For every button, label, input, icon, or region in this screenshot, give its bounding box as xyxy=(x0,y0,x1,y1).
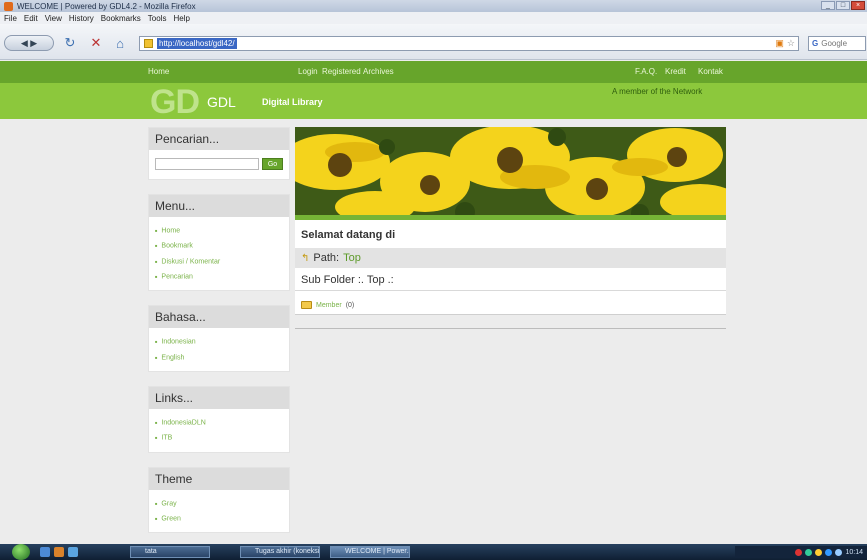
google-icon: G xyxy=(812,39,819,48)
menu-panel-title: Menu... xyxy=(149,195,289,217)
ie-icon[interactable] xyxy=(68,547,78,557)
link-item-indonesiadln[interactable]: IndonesiaDLN xyxy=(155,415,283,430)
folder-icon xyxy=(301,301,312,309)
menu-panel: Menu... Home Bookmark Diskusi / Komentar… xyxy=(148,194,290,292)
site-favicon-icon xyxy=(144,39,153,48)
path-arrow-icon: ↰ xyxy=(301,252,310,264)
close-icon[interactable]: × xyxy=(851,1,865,10)
nav-registered-link[interactable]: Registered xyxy=(322,67,361,76)
taskbar-task-tata[interactable]: tata xyxy=(130,546,210,558)
clock[interactable]: 10:14 xyxy=(845,549,863,556)
nav-login-link[interactable]: Login xyxy=(298,67,318,76)
browser-search-input[interactable] xyxy=(821,39,862,48)
system-tray: 10:14 xyxy=(735,546,867,558)
browser-search-box[interactable]: G xyxy=(808,36,866,51)
tray-icon[interactable] xyxy=(815,548,823,556)
nav-home-link[interactable]: Home xyxy=(148,67,169,76)
taskbar-task-firefox[interactable]: WELCOME | Power... xyxy=(330,546,410,558)
breadcrumb: ↰ Path: Top xyxy=(295,248,726,268)
content-divider xyxy=(295,315,726,329)
menu-item-home[interactable]: Home xyxy=(155,223,283,238)
quick-launch-icon[interactable] xyxy=(54,547,64,557)
window-controls: _ □ × xyxy=(821,1,865,10)
back-forward-button[interactable]: ◀ ▶ xyxy=(4,35,54,51)
bahasa-panel-title: Bahasa... xyxy=(149,306,289,329)
links-panel-title: Links... xyxy=(149,387,289,410)
window-title: WELCOME | Powered by GDL4.2 - Mozilla Fi… xyxy=(17,1,196,11)
sidebar: Pencarian... Go Menu... Home Bookmark Di… xyxy=(148,127,290,547)
menu-item-bookmark[interactable]: Bookmark xyxy=(155,238,283,253)
language-item-indonesian[interactable]: Indonesian xyxy=(155,334,283,349)
path-label: Path: xyxy=(313,252,340,264)
firefox-icon xyxy=(4,1,13,11)
nav-archives-link[interactable]: Archives xyxy=(363,67,394,76)
bookmark-star-icon[interactable]: ☆ xyxy=(787,38,795,49)
search-panel-title: Pencarian... xyxy=(149,128,289,150)
menu-edit[interactable]: Edit xyxy=(24,14,38,23)
search-box-panel: Pencarian... Go xyxy=(148,127,290,180)
sunflower-image xyxy=(295,127,726,220)
menu-view[interactable]: View xyxy=(45,14,62,23)
url-bar[interactable]: http://localhost/gdl42/ ▣ ☆ xyxy=(139,36,799,51)
site-logo-tagline: Digital Library xyxy=(262,97,323,107)
menu-tools[interactable]: Tools xyxy=(148,14,167,23)
tray-icon[interactable] xyxy=(795,548,803,556)
site-logo-large: GD xyxy=(150,83,200,121)
site-logo[interactable]: GDL xyxy=(207,94,236,110)
theme-item-green[interactable]: Green xyxy=(155,511,283,526)
menu-help[interactable]: Help xyxy=(173,14,189,23)
menu-file[interactable]: File xyxy=(4,14,17,23)
tray-icon[interactable] xyxy=(805,548,813,556)
folder-list-item: Member (0) xyxy=(295,291,726,315)
menu-bookmarks[interactable]: Bookmarks xyxy=(101,14,141,23)
home-icon[interactable]: ⌂ xyxy=(112,35,128,51)
folder-member-link[interactable]: Member xyxy=(316,302,342,309)
window-titlebar: WELCOME | Powered by GDL4.2 - Mozilla Fi… xyxy=(0,0,867,12)
theme-panel-title: Theme xyxy=(149,467,289,490)
site-banner xyxy=(0,83,867,119)
menu-history[interactable]: History xyxy=(69,14,94,23)
subfolder-heading: Sub Folder :. Top .: xyxy=(295,268,726,291)
bahasa-panel: Bahasa... Indonesian English xyxy=(148,305,290,373)
link-item-itb[interactable]: ITB xyxy=(155,430,283,445)
welcome-heading: Selamat datang di xyxy=(295,220,726,248)
reload-icon[interactable]: ↻ xyxy=(62,35,78,51)
theme-panel: Theme Gray Green xyxy=(148,466,290,534)
member-network-text: A member of the Network xyxy=(612,87,703,96)
site-top-nav: Home Login Registered Archives F.A.Q. Kr… xyxy=(0,61,867,83)
maximize-icon[interactable]: □ xyxy=(836,1,850,10)
volume-icon[interactable] xyxy=(835,548,843,556)
nav-kredit-link[interactable]: Kredit xyxy=(665,67,686,76)
taskbar-task-tugas[interactable]: Tugas akhir (koneksi... xyxy=(240,546,320,558)
main-content: Selamat datang di ↰ Path: Top Sub Folder… xyxy=(295,127,726,329)
menu-item-diskusi[interactable]: Diskusi / Komentar xyxy=(155,254,283,269)
site-search-input[interactable] xyxy=(155,158,259,170)
start-button-icon[interactable] xyxy=(12,544,30,560)
browser-menubar: File Edit View History Bookmarks Tools H… xyxy=(0,12,867,24)
nav-kontak-link[interactable]: Kontak xyxy=(698,67,723,76)
browser-navbar: ◀ ▶ ↻ ✕ ⌂ http://localhost/gdl42/ ▣ ☆ G xyxy=(0,24,867,60)
windows-taskbar: tata Tugas akhir (koneksi... WELCOME | P… xyxy=(0,544,867,560)
language-item-english[interactable]: English xyxy=(155,350,283,365)
links-panel: Links... IndonesiaDLN ITB xyxy=(148,386,290,453)
show-desktop-icon[interactable] xyxy=(40,547,50,557)
hero-green-stripe xyxy=(295,215,726,220)
minimize-icon[interactable]: _ xyxy=(821,1,835,10)
rss-icon[interactable]: ▣ xyxy=(775,38,784,49)
search-go-button[interactable]: Go xyxy=(262,158,283,170)
url-text: http://localhost/gdl42/ xyxy=(157,38,237,49)
path-top-link[interactable]: Top xyxy=(343,252,361,264)
network-icon[interactable] xyxy=(825,548,833,556)
theme-item-gray[interactable]: Gray xyxy=(155,496,283,511)
nav-faq-link[interactable]: F.A.Q. xyxy=(635,67,657,76)
stop-icon[interactable]: ✕ xyxy=(88,35,104,51)
flower-banner-image xyxy=(295,127,726,220)
menu-item-pencarian[interactable]: Pencarian xyxy=(155,269,283,284)
folder-count: (0) xyxy=(345,301,355,309)
